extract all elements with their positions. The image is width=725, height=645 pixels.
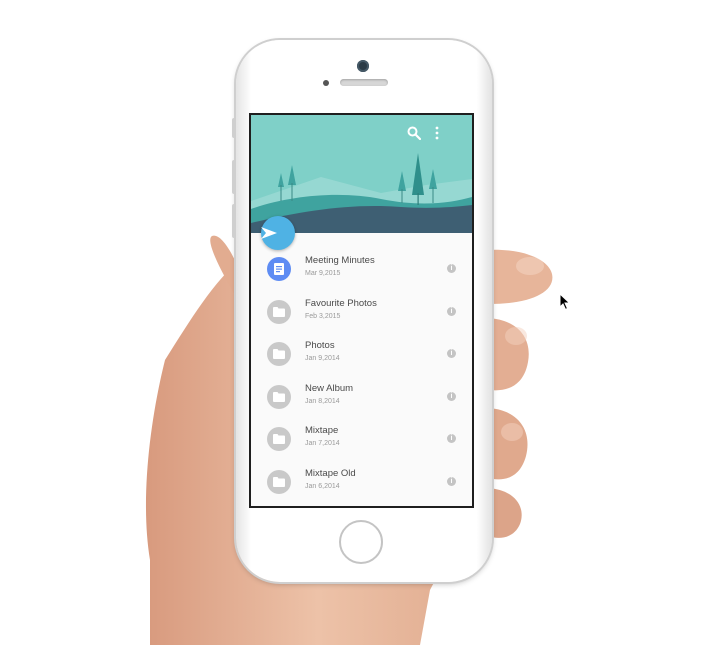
item-title: New Album <box>305 382 354 394</box>
item-date: Mar 9,2015 <box>305 270 341 277</box>
item-date: Jan 7,2014 <box>305 440 340 448</box>
folder-icon <box>267 427 291 452</box>
folder-icon <box>267 384 291 409</box>
mouse-cursor-icon <box>559 293 571 311</box>
folder-icon <box>267 342 291 367</box>
home-button[interactable] <box>339 520 383 564</box>
info-icon[interactable]: i <box>447 349 456 359</box>
item-title: Photos <box>305 340 335 352</box>
file-list: Meeting Minutes Mar 9,2015 i Favourite P… <box>251 253 472 506</box>
folder-icon <box>267 299 291 324</box>
info-icon[interactable]: i <box>447 476 456 486</box>
folder-icon <box>267 469 291 494</box>
item-date: Jan 9,2014 <box>305 355 340 363</box>
info-icon[interactable]: i <box>447 306 456 316</box>
item-title: Mixtape <box>305 425 339 437</box>
list-item[interactable]: Mixtape Jan 7,2014 i <box>251 423 472 466</box>
earpiece-speaker <box>340 79 388 86</box>
list-item[interactable]: Favourite Photos Feb 3,2015 i <box>251 296 472 339</box>
volume-up-button <box>232 160 236 194</box>
list-item[interactable]: Mixtape Old Jan 6,2014 i <box>251 466 472 506</box>
item-title: Meeting Minutes <box>305 255 375 266</box>
search-icon[interactable] <box>407 126 429 148</box>
fab-button[interactable] <box>261 216 295 250</box>
app-screen: Meeting Minutes Mar 9,2015 i Favourite P… <box>249 113 474 508</box>
document-icon <box>267 257 291 281</box>
front-camera <box>357 60 369 72</box>
proximity-sensor <box>323 80 329 86</box>
mute-switch <box>232 118 236 138</box>
more-vert-icon[interactable] <box>435 126 457 148</box>
item-title: Favourite Photos <box>305 297 377 309</box>
info-icon[interactable]: i <box>447 434 456 444</box>
arrow-right-icon <box>261 227 277 239</box>
item-date: Feb 3,2015 <box>305 312 341 320</box>
list-item[interactable]: Photos Jan 9,2014 i <box>251 338 472 381</box>
volume-down-button <box>232 204 236 238</box>
item-date: Jan 8,2014 <box>305 397 340 405</box>
list-item[interactable]: Meeting Minutes Mar 9,2015 i <box>251 253 472 296</box>
item-title: Mixtape Old <box>305 467 356 479</box>
info-icon[interactable]: i <box>447 391 456 401</box>
item-date: Jan 6,2014 <box>305 482 340 490</box>
list-item[interactable]: New Album Jan 8,2014 i <box>251 381 472 424</box>
info-icon[interactable]: i <box>447 264 456 273</box>
